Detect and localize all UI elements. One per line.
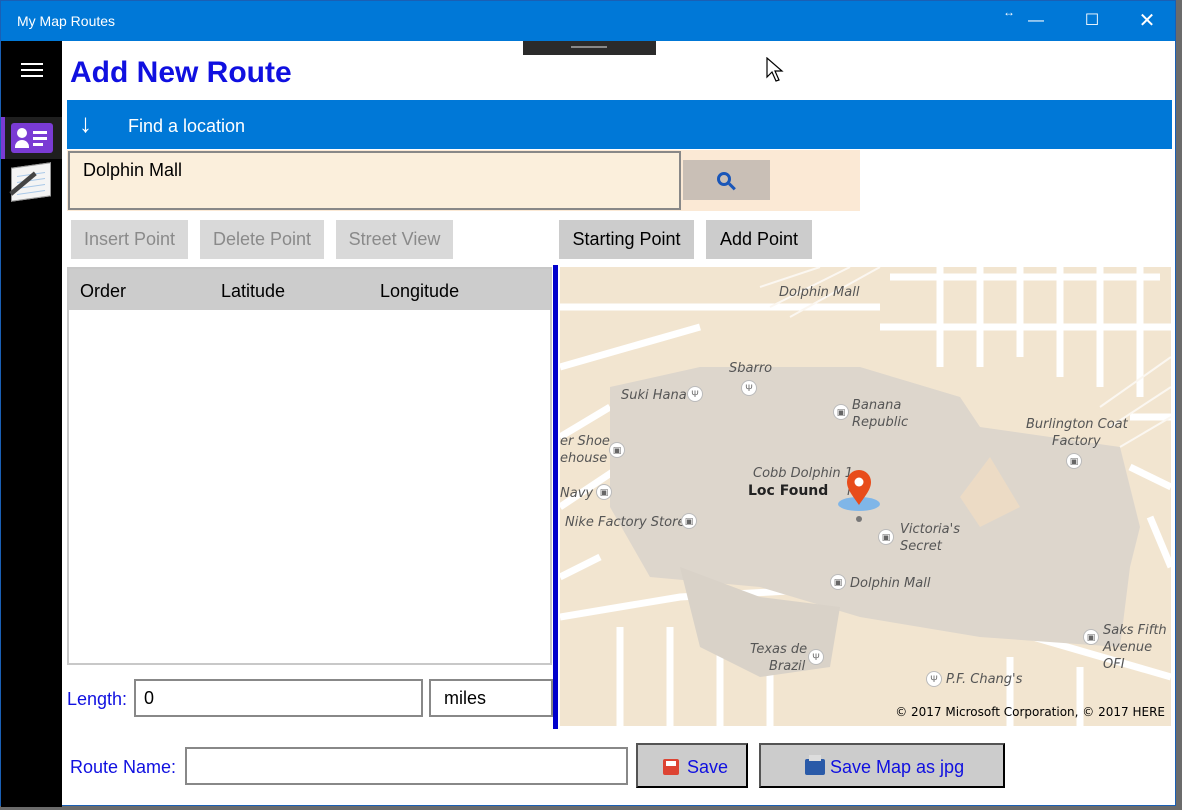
minimize-button[interactable]: —	[1009, 1, 1063, 41]
search-button[interactable]	[683, 160, 770, 200]
save-label: Save	[687, 757, 729, 777]
map-view[interactable]: Dolphin Mall Sbarro Ψ Suki Hana Ψ ▣ Bana…	[560, 267, 1171, 726]
map-label: Avenue OFI	[1103, 640, 1153, 672]
location-pin-icon[interactable]	[836, 467, 882, 527]
map-label: Victoria's	[900, 522, 960, 537]
save-map-label: Save Map as jpg	[830, 757, 965, 777]
insert-point-button[interactable]: Insert Point	[71, 220, 188, 259]
find-location-bar[interactable]: ↓ Find a location	[67, 100, 1172, 149]
restaurant-icon: Ψ	[926, 671, 942, 687]
close-button[interactable]: ✕	[1120, 1, 1174, 41]
floppy-disk-icon	[663, 759, 679, 775]
add-point-button[interactable]: Add Point	[706, 220, 812, 259]
title-bar[interactable]: My Map Routes ↔ — ☐ ✕	[1, 1, 1175, 41]
splitter[interactable]	[553, 265, 558, 729]
route-name-field[interactable]	[185, 747, 628, 785]
starting-point-button[interactable]: Starting Point	[559, 220, 694, 259]
street-view-button[interactable]: Street View	[336, 220, 453, 259]
map-label: Dolphin Mall	[779, 285, 860, 300]
maximize-button[interactable]: ☐	[1065, 1, 1119, 41]
map-label: Brazil	[769, 659, 806, 674]
table-header: Order Latitude Longitude	[69, 269, 550, 310]
points-table[interactable]: Order Latitude Longitude	[67, 267, 552, 665]
map-label: Sbarro	[729, 361, 773, 376]
length-label: Length:	[67, 689, 128, 709]
mouse-cursor-icon	[766, 57, 784, 82]
map-label: Banana	[852, 398, 902, 413]
shopping-icon: ▣	[1066, 453, 1082, 469]
window-title: My Map Routes	[17, 13, 116, 29]
app-window: My Map Routes ↔ — ☐ ✕ Add New Route ↓ Fi…	[0, 0, 1176, 807]
hamburger-menu-icon[interactable]	[21, 63, 43, 81]
restaurant-icon: Ψ	[741, 380, 757, 396]
map-label: Nike Factory Store	[565, 515, 686, 530]
nav-pane	[1, 41, 62, 807]
arrow-down-icon: ↓	[79, 108, 92, 138]
shopping-icon: ▣	[878, 529, 894, 545]
map-label: Navy	[560, 486, 594, 501]
shopping-icon: ▣	[681, 513, 697, 529]
find-location-label: Find a location	[128, 116, 246, 136]
delete-point-button[interactable]: Delete Point	[200, 220, 324, 259]
column-header-latitude[interactable]: Latitude	[221, 281, 285, 302]
restaurant-icon: Ψ	[687, 386, 703, 402]
column-header-longitude[interactable]: Longitude	[380, 281, 459, 302]
route-name-label: Route Name:	[70, 757, 177, 777]
map-label: er Shoe	[560, 434, 610, 449]
notepad-icon	[9, 162, 51, 202]
map-label: Texas de	[750, 642, 808, 657]
shopping-bag-icon: ▣	[1083, 629, 1099, 645]
unit-field[interactable]: miles	[429, 679, 553, 717]
map-label: Secret	[900, 539, 942, 554]
map-label: Suki Hana	[621, 388, 687, 403]
restaurant-icon: Ψ	[808, 649, 824, 665]
shopping-bag-icon: ▣	[830, 574, 846, 590]
shopping-icon: ▣	[609, 442, 625, 458]
nav-item-notes[interactable]	[1, 161, 62, 203]
map-label: Burlington Coat	[1026, 417, 1128, 432]
length-field[interactable]: 0	[134, 679, 423, 717]
map-label: Saks Fifth	[1103, 623, 1167, 638]
search-input[interactable]: Dolphin Mall	[68, 151, 681, 210]
loc-found-label: Loc Found	[748, 483, 829, 499]
shopping-icon: ▣	[833, 404, 849, 420]
map-label: P.F. Chang's	[946, 672, 1023, 687]
page-title: Add New Route	[70, 56, 292, 89]
nav-item-routes[interactable]	[1, 117, 62, 159]
contact-card-icon	[11, 123, 53, 153]
shopping-icon: ▣	[596, 484, 612, 500]
drag-handle[interactable]	[523, 41, 656, 55]
save-button[interactable]: Save	[636, 743, 748, 788]
save-map-jpg-button[interactable]: Save Map as jpg	[759, 743, 1005, 788]
printer-icon	[805, 755, 825, 775]
map-label: Republic	[852, 415, 909, 430]
map-label: Dolphin Mall	[850, 576, 931, 591]
map-copyright: © 2017 Microsoft Corporation, © 2017 HER…	[895, 705, 1165, 719]
map-label: Factory	[1052, 434, 1101, 449]
map-label: ehouse	[560, 451, 608, 466]
column-header-order[interactable]: Order	[80, 281, 126, 302]
